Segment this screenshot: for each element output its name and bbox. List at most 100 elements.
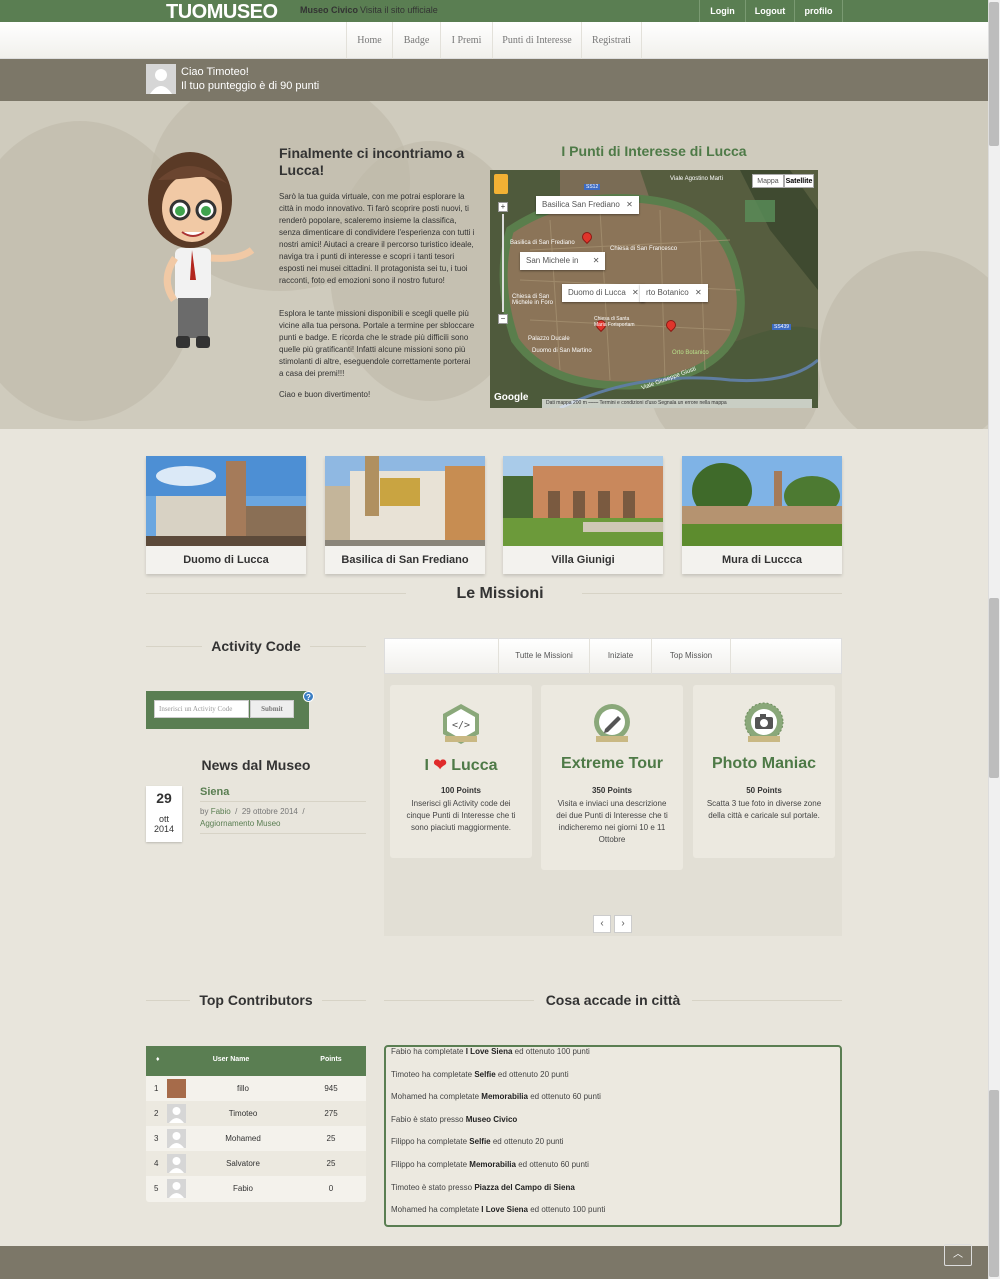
row-user: fillo	[236, 1084, 249, 1093]
city-feed-title: Cosa accade in città	[545, 992, 681, 1008]
news-month: ott	[158, 814, 169, 824]
feed-item: Filippo ha completate Selfie ed ottenuto…	[391, 1137, 564, 1146]
feed-item: Timoteo è stato presso Piazza del Campo …	[391, 1183, 575, 1192]
guide-title: Finalmente ci incontriamo a Lucca!	[279, 145, 465, 178]
feed-item: Fabio ha completate I Love Siena ed otte…	[391, 1047, 590, 1056]
mission-card-extreme-tour[interactable]: Extreme Tour 350 Points Visita e inviaci…	[541, 685, 683, 870]
table-row[interactable]: 1 fillo 945	[146, 1076, 366, 1101]
tab-top-mission[interactable]: Top Mission	[651, 638, 731, 674]
col-user-name[interactable]: User Name	[186, 1056, 276, 1063]
table-row[interactable]: 2 Timoteo 275	[146, 1101, 366, 1126]
chevron-right-icon[interactable]: ›	[614, 915, 632, 933]
activity-submit-button[interactable]: Submit	[250, 700, 294, 718]
close-icon[interactable]: ✕	[626, 200, 633, 209]
poi-label[interactable]: Mura di Luccca	[682, 546, 842, 574]
google-logo: Google	[494, 392, 529, 403]
zoom-slider[interactable]	[502, 214, 504, 312]
col-points[interactable]: Points	[306, 1056, 356, 1063]
row-rank: 4	[154, 1159, 159, 1168]
scrollbar-thumb[interactable]	[989, 2, 999, 146]
divider	[146, 593, 406, 594]
nav-home[interactable]: Home	[346, 22, 392, 59]
row-rank: 1	[154, 1084, 159, 1093]
map-footer[interactable]: Dati mappa 200 m ⎯⎯⎯⎯ Termini e condizio…	[542, 399, 812, 408]
scrollbar-thumb[interactable]	[989, 1090, 999, 1277]
poi-card-villa-giunigi[interactable]: Villa Giunigi	[503, 456, 663, 574]
table-row[interactable]: 3 Mohamed 25	[146, 1126, 366, 1151]
poi-photo-villa-giunigi	[503, 456, 663, 546]
poi-card-mura[interactable]: Mura di Luccca	[682, 456, 842, 574]
zoom-out-button[interactable]: −	[498, 314, 508, 324]
heart-icon: ❤	[433, 757, 447, 774]
row-user: Salvatore	[226, 1159, 260, 1168]
news-headline[interactable]: Siena	[200, 786, 229, 798]
mission-description: Inserisci gli Activity code dei cinque P…	[406, 799, 516, 832]
activity-code-input[interactable]: Inserisci un Activity Code	[154, 700, 249, 718]
map-type-satellite-button[interactable]: Satellite	[784, 174, 814, 188]
nav-punti-interesse[interactable]: Punti di Interesse	[492, 22, 581, 59]
news-title: News dal Museo	[201, 757, 311, 773]
close-icon[interactable]: ✕	[593, 256, 600, 265]
feed-item: Timoteo ha completate Selfie ed ottenuto…	[391, 1070, 569, 1079]
news-year: 2014	[153, 824, 175, 834]
map-bubble-san-michele[interactable]: San Michele in ✕	[520, 252, 606, 270]
map-label: Chiesa di San Michele in Foro	[512, 294, 554, 306]
poi-label[interactable]: Duomo di Lucca	[146, 546, 306, 574]
feed-item: Mohamed ha completate I Love Siena ed ot…	[391, 1205, 606, 1214]
chevron-left-icon[interactable]: ‹	[593, 915, 611, 933]
site-logo[interactable]: TUOMUSEO	[166, 1, 278, 24]
user-avatar[interactable]	[146, 64, 176, 94]
street-view-pegman-icon[interactable]	[494, 174, 508, 194]
logout-button[interactable]: Logout	[745, 0, 794, 22]
contributors-table-header: ♦ User Name Points	[146, 1046, 366, 1076]
nav-registrati[interactable]: Registrati	[581, 22, 642, 59]
poi-label[interactable]: Basilica di San Frediano	[325, 546, 485, 574]
table-row[interactable]: 5 Fabio 0	[146, 1176, 366, 1201]
museum-site-link[interactable]: Visita il sito ufficiale	[360, 5, 438, 15]
row-user: Timoteo	[228, 1109, 258, 1118]
zoom-in-button[interactable]: +	[498, 202, 508, 212]
close-icon[interactable]: ✕	[695, 288, 702, 297]
tab-iniziate[interactable]: Iniziate	[589, 638, 651, 674]
mission-card-photo-maniac[interactable]: Photo Maniac 50 Points Scatta 3 tue foto…	[693, 685, 835, 858]
map-bubble-orto-botanico[interactable]: rto Botanico ✕	[640, 284, 708, 302]
mission-name: I ❤ Lucca	[424, 757, 498, 774]
news-author-link[interactable]: Fabio	[211, 807, 231, 816]
scrollbar-thumb[interactable]	[989, 598, 999, 778]
avatar	[167, 1129, 186, 1148]
profile-button[interactable]: profilo	[794, 0, 843, 22]
row-points: 945	[324, 1084, 338, 1093]
nav-badge[interactable]: Badge	[392, 22, 440, 59]
feed-item: Mohamed ha completate Memorabilia ed ott…	[391, 1092, 601, 1101]
login-button[interactable]: Login	[699, 0, 745, 22]
museum-name[interactable]: Museo Civico	[300, 5, 358, 15]
avatar	[167, 1079, 186, 1098]
mission-card-i-love-lucca[interactable]: </> I ❤ Lucca 100 Points Inserisci gli A…	[390, 685, 532, 858]
poi-card-duomo[interactable]: Duomo di Lucca	[146, 456, 306, 574]
sort-icon[interactable]: ♦	[156, 1056, 160, 1063]
map-bubble-duomo[interactable]: Duomo di Lucca ✕	[562, 284, 645, 302]
poi-card-san-frediano[interactable]: Basilica di San Frediano	[325, 456, 485, 574]
feed-item: Fabio è stato presso Museo Civico	[391, 1115, 518, 1124]
map-bubble-san-frediano[interactable]: Basilica San Frediano ✕	[536, 196, 639, 214]
nav-premi[interactable]: I Premi	[440, 22, 492, 59]
row-points: 275	[324, 1109, 338, 1118]
news-category-link[interactable]: Aggiornamento Museo	[200, 819, 281, 828]
pencil-badge-icon	[594, 704, 630, 742]
news-date-badge: 29 ott 2014	[146, 786, 182, 842]
map-title: I Punti di Interesse di Lucca	[561, 143, 747, 159]
avatar	[167, 1179, 186, 1198]
poi-photo-san-frediano	[325, 456, 485, 546]
help-icon[interactable]: ?	[303, 691, 314, 702]
map-type-map-button[interactable]: Mappa	[752, 174, 784, 188]
poi-map[interactable]: + − Mappa Satellite Basilica San Fredian…	[490, 170, 818, 408]
close-icon[interactable]: ✕	[632, 288, 639, 297]
mission-points: 50 Points	[746, 786, 782, 795]
user-greeting: Ciao Timoteo!	[181, 66, 249, 78]
table-row[interactable]: 4 Salvatore 25	[146, 1151, 366, 1176]
map-label: Chiesa di Santa Maria Forisportam	[594, 316, 635, 328]
poi-label[interactable]: Villa Giunigi	[503, 546, 663, 574]
tab-tutte-missioni[interactable]: Tutte le Missioni	[498, 638, 589, 674]
back-to-top-button[interactable]: ︿	[944, 1244, 972, 1266]
user-score: Il tuo punteggio è di 90 punti	[181, 80, 320, 92]
